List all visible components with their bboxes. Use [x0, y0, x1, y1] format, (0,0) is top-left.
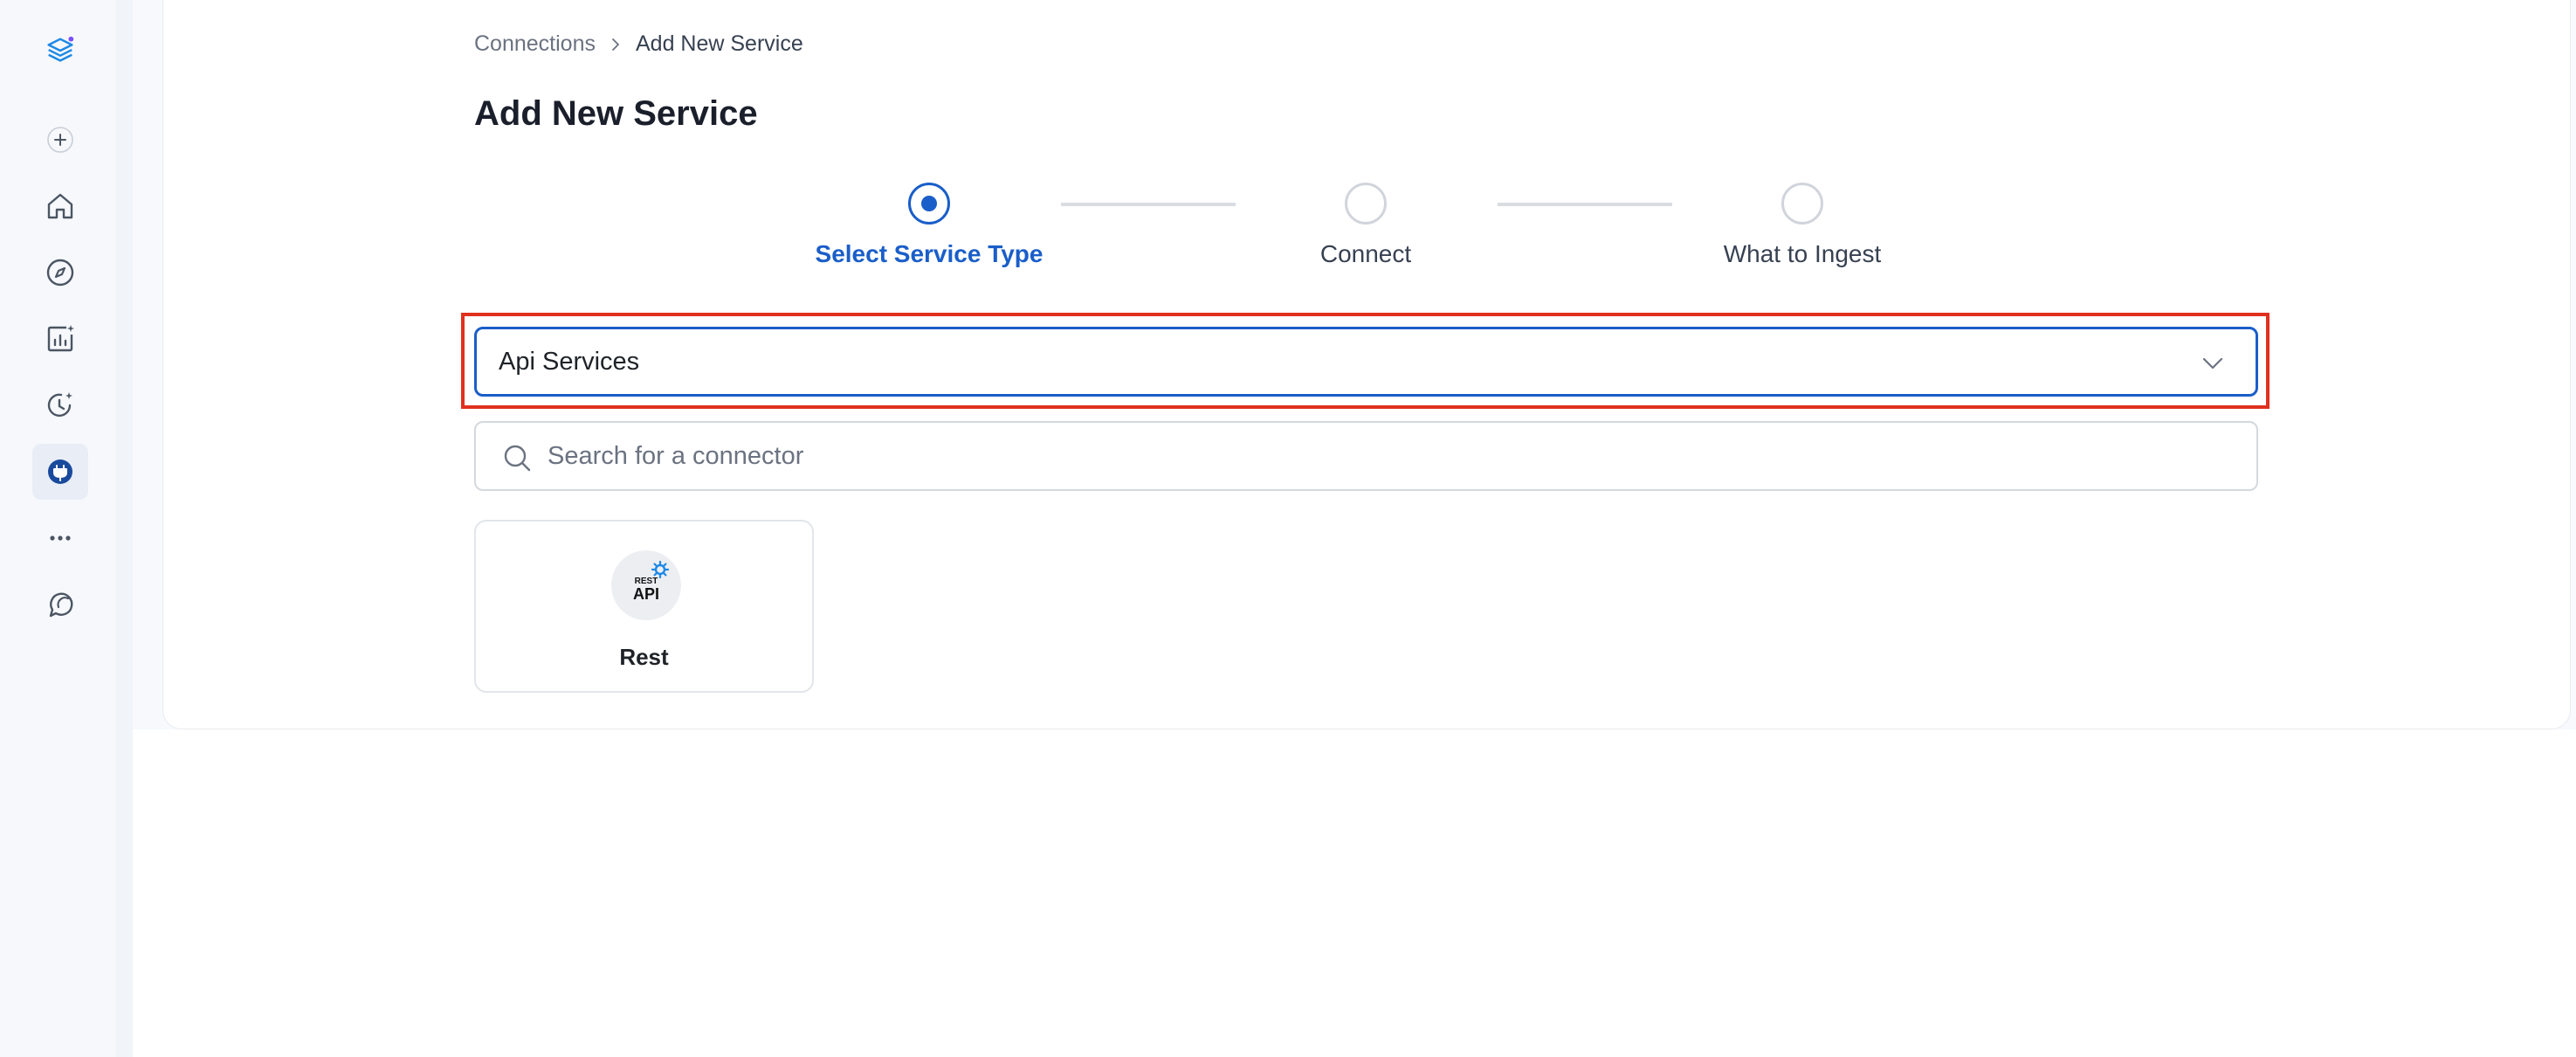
sidebar	[0, 0, 117, 1057]
nav-insights[interactable]	[32, 311, 88, 367]
logo-text-big: API	[632, 585, 659, 603]
connector-card-rest[interactable]: REST API Rest	[474, 520, 814, 693]
step-label: What to Ingest	[1723, 240, 1882, 267]
nav-more[interactable]	[32, 510, 88, 566]
content-background	[133, 729, 2576, 1057]
step-indicator	[1781, 183, 1823, 225]
gear-icon	[651, 561, 669, 578]
chart-sparkle-icon	[47, 325, 74, 352]
home-icon	[47, 193, 73, 219]
connector-name: Rest	[619, 644, 669, 670]
step-label: Connect	[1319, 240, 1412, 267]
nav-chat[interactable]	[32, 577, 88, 632]
service-type-value: Api Services	[499, 347, 640, 376]
connector-search	[474, 421, 2258, 491]
breadcrumb-current: Add New Service	[635, 31, 803, 56]
page-title: Add New Service	[474, 94, 758, 133]
step-what-to-ingest: What to Ingest	[1628, 183, 1977, 268]
search-input[interactable]	[548, 439, 2207, 473]
step-label: Select Service Type	[815, 240, 1043, 267]
sidebar-gutter	[117, 0, 133, 1057]
chevron-right-icon	[612, 38, 619, 51]
chat-bubble-icon	[49, 592, 73, 618]
search-icon	[504, 445, 531, 472]
more-dots-icon	[50, 535, 71, 541]
nav-connections[interactable]	[32, 444, 88, 500]
step-select-service-type: Select Service Type	[754, 183, 1104, 268]
nav-explore[interactable]	[32, 245, 88, 301]
compass-icon	[46, 259, 74, 287]
app-logo[interactable]	[32, 23, 88, 79]
add-button[interactable]	[32, 112, 88, 168]
chevron-down-icon	[2202, 357, 2223, 370]
step-connect: Connect	[1191, 183, 1540, 268]
nav-home[interactable]	[32, 178, 88, 234]
plus-icon	[47, 127, 73, 153]
service-type-select[interactable]: Api Services	[474, 327, 2258, 397]
plug-icon	[48, 459, 72, 484]
nav-activity[interactable]	[32, 377, 88, 433]
rest-api-logo: REST API	[611, 550, 681, 620]
breadcrumb: Connections Add New Service	[474, 31, 803, 57]
clock-sparkle-icon	[47, 392, 72, 418]
step-indicator	[1345, 183, 1387, 225]
layers-logo-icon	[47, 36, 74, 62]
step-indicator	[908, 183, 950, 225]
breadcrumb-connections-link[interactable]: Connections	[474, 31, 596, 57]
